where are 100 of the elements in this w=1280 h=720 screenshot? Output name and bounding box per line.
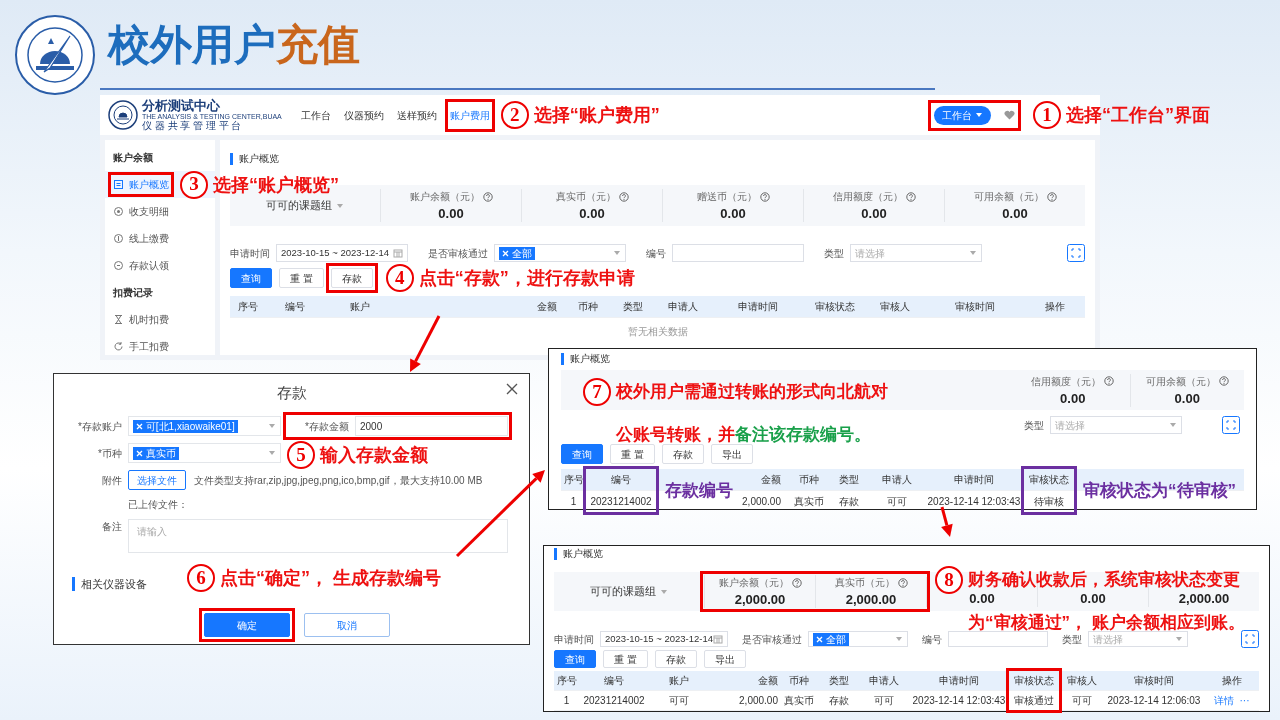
sidebar-item[interactable]: 手工扣费 xyxy=(105,333,215,360)
table-cell-text: 可可 xyxy=(668,694,690,708)
action-button[interactable]: 导出 xyxy=(710,444,753,464)
filter-label: 是否审核通过 xyxy=(742,632,802,647)
column-header: 序号 xyxy=(236,300,259,314)
details-link[interactable]: 详情 xyxy=(1213,695,1234,706)
table-cell-text: 可可 xyxy=(885,495,908,509)
status-select[interactable]: 全部 xyxy=(494,244,626,262)
group-selector[interactable]: 可可的课题组 xyxy=(554,583,704,600)
circle-icon xyxy=(113,260,124,271)
date-range-field[interactable]: 2023-10-15 ~ 2023-12-14 xyxy=(600,631,728,647)
select-field[interactable]: 真实币 xyxy=(128,443,281,463)
highlight-frame xyxy=(1021,466,1077,515)
annotation-text: 点击“存款”，进行存款申请 xyxy=(418,267,635,289)
refresh-icon xyxy=(113,341,124,352)
caret-icon xyxy=(336,201,344,210)
action-button[interactable]: 查询 xyxy=(561,444,603,464)
file-button[interactable]: 选择文件 xyxy=(128,470,186,490)
table-cell-text: 1 xyxy=(569,495,578,509)
stat-label: 赠送币（元） xyxy=(696,190,757,204)
column-header: 审核人 xyxy=(1065,674,1098,688)
annotation-text: 输入存款金额 xyxy=(320,444,428,466)
nav-tab[interactable]: 工作台 xyxy=(300,103,331,127)
amount-field[interactable]: 2000 xyxy=(355,416,508,436)
sidebar-item[interactable]: 线上缴费 xyxy=(105,225,215,252)
calendar-icon xyxy=(393,248,403,258)
caret-icon xyxy=(969,249,977,257)
status-select[interactable]: 全部 xyxy=(808,631,908,647)
filter-label: 类型 xyxy=(824,246,844,261)
nav-tab[interactable]: 账户费用 xyxy=(449,103,490,127)
stat-value: 0.00 xyxy=(1060,390,1086,407)
stat-label: 可用余额（元） xyxy=(1145,374,1216,389)
action-button[interactable]: 导出 xyxy=(703,650,746,668)
cancel-button[interactable]: 取消 xyxy=(304,613,390,637)
action-button[interactable]: 重 置 xyxy=(603,650,648,668)
group-selector[interactable]: 可可的课题组 xyxy=(230,197,380,214)
sidebar-item[interactable]: 机时扣费 xyxy=(105,306,215,333)
column-header: 申请时间 xyxy=(938,674,980,688)
field-label: 备注 xyxy=(101,520,122,534)
fullscreen-icon[interactable] xyxy=(1067,244,1085,262)
fullscreen-icon[interactable] xyxy=(1241,630,1259,648)
table-cell-text: 存款 xyxy=(828,694,850,708)
stat-label: 账户余额（元） xyxy=(409,190,480,204)
filter-label: 申请时间 xyxy=(554,632,594,647)
stat-value: 0.00 xyxy=(438,206,464,222)
column-header: 序号 xyxy=(562,473,585,487)
column-header: 申请人 xyxy=(666,300,699,314)
column-header: 金额 xyxy=(536,300,558,314)
field-label: *存款账户 xyxy=(77,419,122,434)
action-button[interactable]: 存款 xyxy=(661,444,704,464)
close-icon[interactable] xyxy=(505,382,519,396)
sidebar-item[interactable]: 收支明细 xyxy=(105,198,215,225)
workbench-button[interactable]: 工作台 xyxy=(934,105,991,125)
highlight-frame xyxy=(444,98,495,132)
annotation-text: 公账号转账，并 xyxy=(616,424,735,446)
section-title: 账户概览 xyxy=(230,153,1085,165)
field-label: 附件 xyxy=(101,473,122,488)
arrow xyxy=(410,315,441,372)
help-icon xyxy=(1218,376,1229,386)
action-button[interactable]: 查询 xyxy=(554,650,596,668)
annotation-text: 财务确认收款后，系统审核状态变更 xyxy=(968,569,1240,591)
help-icon xyxy=(791,577,802,588)
table-cell-text: 真实币 xyxy=(793,495,825,509)
stat-value: 0.00 xyxy=(720,206,746,222)
column-header: 审核状态 xyxy=(1028,473,1070,487)
column-header: 申请人 xyxy=(868,674,900,688)
column-header: 审核状态 xyxy=(814,300,856,314)
heart-icon[interactable] xyxy=(1004,110,1015,120)
target-icon xyxy=(113,206,124,217)
action-button[interactable]: 重 置 xyxy=(610,444,655,464)
action-button[interactable]: 重 置 xyxy=(279,268,324,288)
sidebar-heading: 扣费记录 xyxy=(112,286,154,300)
column-header: 审核时间 xyxy=(1133,674,1175,688)
action-button[interactable]: 存款 xyxy=(330,268,373,288)
remove-icon xyxy=(502,250,509,258)
number-field[interactable] xyxy=(948,631,1048,647)
confirm-button[interactable]: 确定 xyxy=(204,613,290,637)
dialog-title: 存款 xyxy=(275,383,308,403)
number-field[interactable] xyxy=(672,244,804,262)
date-range-field[interactable]: 2023-10-15 ~ 2023-12-14 xyxy=(276,244,408,262)
fullscreen-icon[interactable] xyxy=(1222,416,1240,434)
column-header: 金额 xyxy=(757,674,779,688)
stat-value: 2,000.00 xyxy=(1178,590,1230,607)
column-header: 申请时间 xyxy=(953,473,995,487)
nav-tab[interactable]: 仪器预约 xyxy=(343,103,384,127)
nav-tab[interactable]: 送样预约 xyxy=(396,103,437,127)
annotation-text: 选择“账户概览” xyxy=(213,173,339,196)
caret-icon xyxy=(1169,421,1177,429)
stat-label: 信用额度（元） xyxy=(1031,374,1102,389)
select-field[interactable]: 可[北1,xiaowaike01] xyxy=(128,416,281,436)
action-button[interactable]: 查询 xyxy=(230,268,272,288)
help-icon xyxy=(759,191,770,202)
column-header: 编号 xyxy=(610,473,632,487)
column-header: 编号 xyxy=(603,674,625,688)
stat-label: 真实币（元） xyxy=(834,576,895,590)
more-link[interactable]: ··· xyxy=(1239,695,1250,706)
sidebar-item[interactable]: 存款认领 xyxy=(105,252,215,279)
action-button[interactable]: 存款 xyxy=(654,650,697,668)
stat-value: 0.00 xyxy=(861,206,887,222)
table-cell-text: 2,000.00 xyxy=(738,694,779,708)
